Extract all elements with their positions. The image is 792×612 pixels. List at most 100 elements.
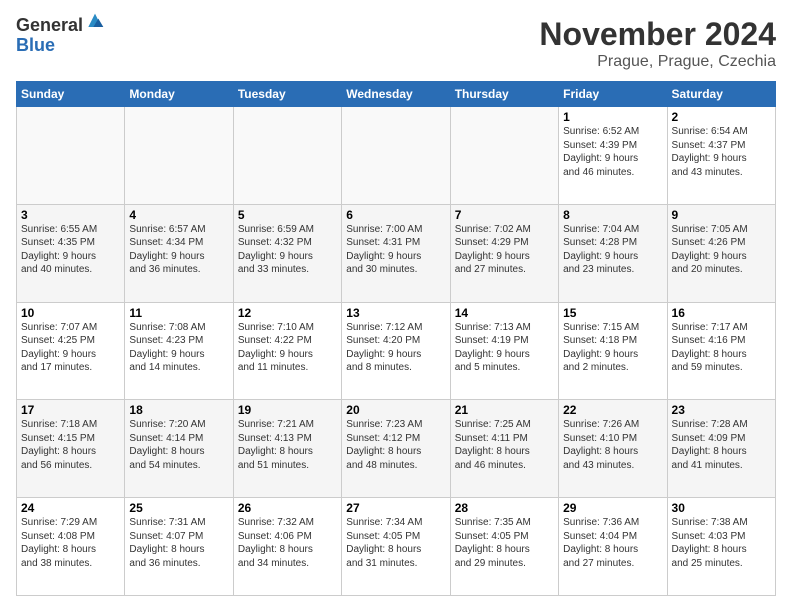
day-number: 11 bbox=[129, 306, 228, 320]
day-info: Sunrise: 6:52 AM Sunset: 4:39 PM Dayligh… bbox=[563, 125, 662, 179]
calendar-cell: 15Sunrise: 7:15 AM Sunset: 4:18 PM Dayli… bbox=[559, 302, 667, 400]
calendar-header-row: Sunday Monday Tuesday Wednesday Thursday… bbox=[17, 82, 776, 107]
calendar-cell: 27Sunrise: 7:34 AM Sunset: 4:05 PM Dayli… bbox=[342, 498, 450, 596]
day-info: Sunrise: 7:26 AM Sunset: 4:10 PM Dayligh… bbox=[563, 418, 662, 472]
calendar-week-4: 24Sunrise: 7:29 AM Sunset: 4:08 PM Dayli… bbox=[17, 498, 776, 596]
day-info: Sunrise: 7:36 AM Sunset: 4:04 PM Dayligh… bbox=[563, 516, 662, 570]
calendar-cell: 24Sunrise: 7:29 AM Sunset: 4:08 PM Dayli… bbox=[17, 498, 125, 596]
day-number: 14 bbox=[455, 306, 554, 320]
calendar-cell: 10Sunrise: 7:07 AM Sunset: 4:25 PM Dayli… bbox=[17, 302, 125, 400]
day-info: Sunrise: 7:38 AM Sunset: 4:03 PM Dayligh… bbox=[672, 516, 771, 570]
calendar-cell: 6Sunrise: 7:00 AM Sunset: 4:31 PM Daylig… bbox=[342, 204, 450, 302]
day-info: Sunrise: 7:18 AM Sunset: 4:15 PM Dayligh… bbox=[21, 418, 120, 472]
day-info: Sunrise: 7:23 AM Sunset: 4:12 PM Dayligh… bbox=[346, 418, 445, 472]
calendar-cell: 22Sunrise: 7:26 AM Sunset: 4:10 PM Dayli… bbox=[559, 400, 667, 498]
page: General Blue November 2024 Prague, Pragu… bbox=[0, 0, 792, 612]
day-info: Sunrise: 6:57 AM Sunset: 4:34 PM Dayligh… bbox=[129, 223, 228, 277]
header-friday: Friday bbox=[559, 82, 667, 107]
calendar-cell: 13Sunrise: 7:12 AM Sunset: 4:20 PM Dayli… bbox=[342, 302, 450, 400]
calendar-cell: 20Sunrise: 7:23 AM Sunset: 4:12 PM Dayli… bbox=[342, 400, 450, 498]
day-info: Sunrise: 7:08 AM Sunset: 4:23 PM Dayligh… bbox=[129, 321, 228, 375]
day-number: 16 bbox=[672, 306, 771, 320]
calendar-cell: 8Sunrise: 7:04 AM Sunset: 4:28 PM Daylig… bbox=[559, 204, 667, 302]
day-info: Sunrise: 7:13 AM Sunset: 4:19 PM Dayligh… bbox=[455, 321, 554, 375]
header: General Blue November 2024 Prague, Pragu… bbox=[16, 16, 776, 71]
calendar-cell: 17Sunrise: 7:18 AM Sunset: 4:15 PM Dayli… bbox=[17, 400, 125, 498]
day-info: Sunrise: 7:12 AM Sunset: 4:20 PM Dayligh… bbox=[346, 321, 445, 375]
calendar-cell: 2Sunrise: 6:54 AM Sunset: 4:37 PM Daylig… bbox=[667, 107, 775, 205]
day-number: 27 bbox=[346, 501, 445, 515]
calendar-week-3: 17Sunrise: 7:18 AM Sunset: 4:15 PM Dayli… bbox=[17, 400, 776, 498]
day-number: 13 bbox=[346, 306, 445, 320]
day-info: Sunrise: 6:55 AM Sunset: 4:35 PM Dayligh… bbox=[21, 223, 120, 277]
day-info: Sunrise: 7:21 AM Sunset: 4:13 PM Dayligh… bbox=[238, 418, 337, 472]
day-number: 9 bbox=[672, 208, 771, 222]
day-info: Sunrise: 7:32 AM Sunset: 4:06 PM Dayligh… bbox=[238, 516, 337, 570]
day-info: Sunrise: 7:31 AM Sunset: 4:07 PM Dayligh… bbox=[129, 516, 228, 570]
calendar-week-1: 3Sunrise: 6:55 AM Sunset: 4:35 PM Daylig… bbox=[17, 204, 776, 302]
header-monday: Monday bbox=[125, 82, 233, 107]
day-info: Sunrise: 7:07 AM Sunset: 4:25 PM Dayligh… bbox=[21, 321, 120, 375]
day-number: 3 bbox=[21, 208, 120, 222]
day-number: 10 bbox=[21, 306, 120, 320]
calendar-cell: 21Sunrise: 7:25 AM Sunset: 4:11 PM Dayli… bbox=[450, 400, 558, 498]
day-number: 4 bbox=[129, 208, 228, 222]
day-info: Sunrise: 6:59 AM Sunset: 4:32 PM Dayligh… bbox=[238, 223, 337, 277]
calendar-cell: 3Sunrise: 6:55 AM Sunset: 4:35 PM Daylig… bbox=[17, 204, 125, 302]
day-number: 29 bbox=[563, 501, 662, 515]
day-info: Sunrise: 7:05 AM Sunset: 4:26 PM Dayligh… bbox=[672, 223, 771, 277]
calendar-cell: 1Sunrise: 6:52 AM Sunset: 4:39 PM Daylig… bbox=[559, 107, 667, 205]
calendar-cell: 29Sunrise: 7:36 AM Sunset: 4:04 PM Dayli… bbox=[559, 498, 667, 596]
day-number: 28 bbox=[455, 501, 554, 515]
day-info: Sunrise: 7:35 AM Sunset: 4:05 PM Dayligh… bbox=[455, 516, 554, 570]
header-sunday: Sunday bbox=[17, 82, 125, 107]
day-info: Sunrise: 7:20 AM Sunset: 4:14 PM Dayligh… bbox=[129, 418, 228, 472]
day-info: Sunrise: 7:00 AM Sunset: 4:31 PM Dayligh… bbox=[346, 223, 445, 277]
day-info: Sunrise: 7:04 AM Sunset: 4:28 PM Dayligh… bbox=[563, 223, 662, 277]
calendar-cell: 23Sunrise: 7:28 AM Sunset: 4:09 PM Dayli… bbox=[667, 400, 775, 498]
calendar-week-0: 1Sunrise: 6:52 AM Sunset: 4:39 PM Daylig… bbox=[17, 107, 776, 205]
header-saturday: Saturday bbox=[667, 82, 775, 107]
calendar-cell: 28Sunrise: 7:35 AM Sunset: 4:05 PM Dayli… bbox=[450, 498, 558, 596]
calendar-cell: 16Sunrise: 7:17 AM Sunset: 4:16 PM Dayli… bbox=[667, 302, 775, 400]
day-info: Sunrise: 7:29 AM Sunset: 4:08 PM Dayligh… bbox=[21, 516, 120, 570]
day-info: Sunrise: 7:17 AM Sunset: 4:16 PM Dayligh… bbox=[672, 321, 771, 375]
calendar-cell bbox=[450, 107, 558, 205]
day-number: 20 bbox=[346, 403, 445, 417]
calendar-week-2: 10Sunrise: 7:07 AM Sunset: 4:25 PM Dayli… bbox=[17, 302, 776, 400]
day-number: 5 bbox=[238, 208, 337, 222]
day-info: Sunrise: 7:02 AM Sunset: 4:29 PM Dayligh… bbox=[455, 223, 554, 277]
header-tuesday: Tuesday bbox=[233, 82, 341, 107]
day-number: 18 bbox=[129, 403, 228, 417]
calendar-cell: 30Sunrise: 7:38 AM Sunset: 4:03 PM Dayli… bbox=[667, 498, 775, 596]
day-info: Sunrise: 7:25 AM Sunset: 4:11 PM Dayligh… bbox=[455, 418, 554, 472]
logo-general: General bbox=[16, 16, 83, 36]
calendar-cell: 7Sunrise: 7:02 AM Sunset: 4:29 PM Daylig… bbox=[450, 204, 558, 302]
calendar-cell: 14Sunrise: 7:13 AM Sunset: 4:19 PM Dayli… bbox=[450, 302, 558, 400]
header-wednesday: Wednesday bbox=[342, 82, 450, 107]
day-number: 19 bbox=[238, 403, 337, 417]
calendar-cell bbox=[342, 107, 450, 205]
calendar-cell bbox=[125, 107, 233, 205]
calendar-cell: 26Sunrise: 7:32 AM Sunset: 4:06 PM Dayli… bbox=[233, 498, 341, 596]
day-number: 12 bbox=[238, 306, 337, 320]
calendar-cell: 4Sunrise: 6:57 AM Sunset: 4:34 PM Daylig… bbox=[125, 204, 233, 302]
logo: General Blue bbox=[16, 16, 105, 56]
calendar-cell: 18Sunrise: 7:20 AM Sunset: 4:14 PM Dayli… bbox=[125, 400, 233, 498]
day-number: 2 bbox=[672, 110, 771, 124]
header-thursday: Thursday bbox=[450, 82, 558, 107]
logo-blue: Blue bbox=[16, 36, 105, 56]
logo-text: General Blue bbox=[16, 16, 105, 56]
location: Prague, Prague, Czechia bbox=[539, 53, 776, 71]
calendar-cell: 19Sunrise: 7:21 AM Sunset: 4:13 PM Dayli… bbox=[233, 400, 341, 498]
calendar-cell: 9Sunrise: 7:05 AM Sunset: 4:26 PM Daylig… bbox=[667, 204, 775, 302]
day-number: 25 bbox=[129, 501, 228, 515]
day-info: Sunrise: 7:34 AM Sunset: 4:05 PM Dayligh… bbox=[346, 516, 445, 570]
logo-icon bbox=[85, 12, 105, 32]
day-info: Sunrise: 7:10 AM Sunset: 4:22 PM Dayligh… bbox=[238, 321, 337, 375]
day-info: Sunrise: 7:15 AM Sunset: 4:18 PM Dayligh… bbox=[563, 321, 662, 375]
calendar-cell: 5Sunrise: 6:59 AM Sunset: 4:32 PM Daylig… bbox=[233, 204, 341, 302]
day-number: 8 bbox=[563, 208, 662, 222]
day-number: 24 bbox=[21, 501, 120, 515]
day-number: 17 bbox=[21, 403, 120, 417]
